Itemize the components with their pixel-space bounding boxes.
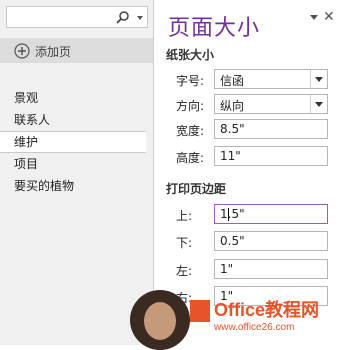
print-margins-heading: 打印页边距	[166, 182, 227, 196]
add-page-button[interactable]: 添加页	[0, 38, 153, 63]
add-page-label: 添加页	[35, 45, 72, 59]
left-margin-label: 左:	[176, 264, 193, 278]
page-item-projects[interactable]: 项目	[0, 153, 153, 175]
page-item-contacts[interactable]: 联系人	[0, 109, 153, 131]
add-icon	[14, 43, 30, 59]
pane-options-dropdown-icon[interactable]	[310, 15, 318, 20]
orientation-label: 方向:	[176, 99, 205, 113]
page-item-landscape[interactable]: 景观	[0, 87, 153, 109]
office-logo-icon	[190, 300, 210, 322]
top-margin-label: 上:	[176, 209, 193, 223]
close-icon[interactable]: ✕	[323, 9, 335, 25]
pane-title: 页面大小	[168, 16, 261, 41]
page-list: 景观 联系人 维护 项目 要买的植物	[0, 87, 153, 197]
search-icon[interactable]	[115, 10, 131, 26]
text-cursor	[228, 208, 229, 221]
chevron-down-icon[interactable]	[310, 70, 327, 88]
search-scope-dropdown-icon[interactable]	[137, 16, 143, 20]
height-label: 高度:	[176, 151, 205, 165]
paper-size-heading: 纸张大小	[166, 48, 215, 62]
page-item-maintenance[interactable]: 维护	[0, 131, 146, 153]
height-input[interactable]: 11"	[214, 146, 328, 166]
search-box[interactable]	[6, 6, 148, 28]
watermark-avatar	[130, 290, 190, 350]
size-value: 信函	[220, 74, 245, 88]
watermark-url: www.office26.com	[214, 322, 295, 333]
watermark-site-name: Office教程网	[214, 300, 320, 320]
orientation-value: 纵向	[220, 99, 245, 113]
left-margin-input[interactable]: 1"	[214, 259, 328, 279]
bottom-margin-label: 下:	[176, 236, 193, 250]
orientation-select[interactable]: 纵向	[214, 94, 328, 114]
bottom-margin-input[interactable]: 0.5"	[214, 231, 328, 251]
top-margin-input[interactable]: 1.5"	[214, 204, 328, 224]
size-label: 字号:	[176, 74, 205, 88]
size-select[interactable]: 信函	[214, 69, 328, 89]
width-input[interactable]: 8.5"	[214, 119, 328, 139]
page-setup-pane: 页面大小 ✕ 纸张大小 字号: 信函 方向: 纵向 宽度: 8.5" 高度: 1…	[153, 0, 345, 345]
width-label: 宽度:	[176, 124, 205, 138]
page-item-plants-to-buy[interactable]: 要买的植物	[0, 175, 153, 197]
top-margin-value: 1.5"	[220, 207, 245, 221]
chevron-down-icon[interactable]	[310, 95, 327, 113]
page-navigation-pane: 添加页 景观 联系人 维护 项目 要买的植物	[0, 0, 153, 345]
